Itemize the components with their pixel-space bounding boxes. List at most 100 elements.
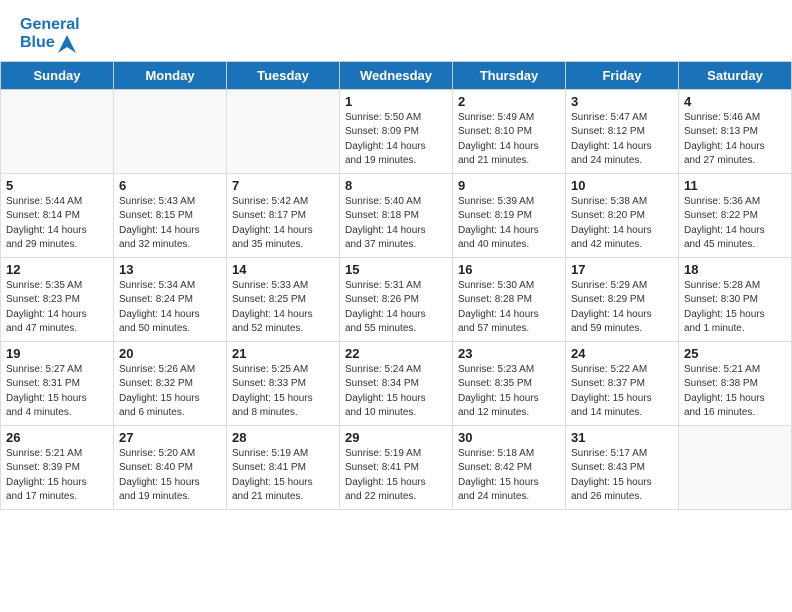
week-row-1: 1 Sunrise: 5:50 AM Sunset: 8:09 PM Daylig… — [1, 89, 792, 173]
day-info: Sunrise: 5:19 AM Sunset: 8:41 PM Dayligh… — [232, 447, 334, 505]
calendar-cell — [114, 89, 227, 173]
calendar-cell: 10 Sunrise: 5:38 AM Sunset: 8:20 PM Dayli… — [566, 173, 679, 257]
calendar-cell: 5 Sunrise: 5:44 AM Sunset: 8:14 PM Daylig… — [1, 173, 114, 257]
calendar-cell: 30 Sunrise: 5:18 AM Sunset: 8:42 PM Dayli… — [453, 425, 566, 509]
day-number: 2 — [458, 94, 560, 109]
calendar-cell — [1, 89, 114, 173]
week-row-2: 5 Sunrise: 5:44 AM Sunset: 8:14 PM Daylig… — [1, 173, 792, 257]
calendar-cell: 23Sunrise: 5:23 AM Sunset: 8:35 PM Dayli… — [453, 341, 566, 425]
weekday-header-sunday: Sunday — [1, 61, 114, 89]
day-info: Sunrise: 5:38 AM Sunset: 8:20 PM Dayligh… — [571, 195, 673, 253]
weekday-header-thursday: Thursday — [453, 61, 566, 89]
day-number: 22 — [345, 346, 447, 361]
day-info: Sunrise: 5:21 AM Sunset: 8:39 PM Dayligh… — [6, 447, 108, 505]
weekday-header-row: SundayMondayTuesdayWednesdayThursdayFrid… — [1, 61, 792, 89]
weekday-header-wednesday: Wednesday — [340, 61, 453, 89]
calendar-cell: 9Sunrise: 5:39 AM Sunset: 8:19 PM Daylig… — [453, 173, 566, 257]
week-row-3: 12 Sunrise: 5:35 AM Sunset: 8:23 PM Dayli… — [1, 257, 792, 341]
day-info: Sunrise: 5:39 AM Sunset: 8:19 PM Dayligh… — [458, 195, 560, 253]
day-number: 29 — [345, 430, 447, 445]
week-row-5: 26Sunrise: 5:21 AM Sunset: 8:39 PM Dayli… — [1, 425, 792, 509]
calendar-cell: 22 Sunrise: 5:24 AM Sunset: 8:34 PM Dayli… — [340, 341, 453, 425]
logo-arrow-icon — [58, 35, 76, 53]
day-number: 5 — [6, 178, 108, 193]
day-info: Sunrise: 5:50 AM Sunset: 8:09 PM Dayligh… — [345, 111, 447, 169]
calendar-cell: 14 Sunrise: 5:33 AM Sunset: 8:25 PM Dayli… — [227, 257, 340, 341]
calendar-cell: 26Sunrise: 5:21 AM Sunset: 8:39 PM Dayli… — [1, 425, 114, 509]
day-number: 7 — [232, 178, 334, 193]
day-number: 28 — [232, 430, 334, 445]
calendar-cell: 1 Sunrise: 5:50 AM Sunset: 8:09 PM Daylig… — [340, 89, 453, 173]
day-info: Sunrise: 5:47 AM Sunset: 8:12 PM Dayligh… — [571, 111, 673, 169]
day-number: 6 — [119, 178, 221, 193]
day-info: Sunrise: 5:43 AM Sunset: 8:15 PM Dayligh… — [119, 195, 221, 253]
calendar-cell — [227, 89, 340, 173]
day-info: Sunrise: 5:36 AM Sunset: 8:22 PM Dayligh… — [684, 195, 786, 253]
day-info: Sunrise: 5:28 AM Sunset: 8:30 PM Dayligh… — [684, 279, 786, 337]
day-info: Sunrise: 5:20 AM Sunset: 8:40 PM Dayligh… — [119, 447, 221, 505]
day-number: 18 — [684, 262, 786, 277]
day-number: 4 — [684, 94, 786, 109]
day-number: 11 — [684, 178, 786, 193]
day-number: 13 — [119, 262, 221, 277]
day-number: 19 — [6, 346, 108, 361]
day-number: 15 — [345, 262, 447, 277]
weekday-header-friday: Friday — [566, 61, 679, 89]
day-info: Sunrise: 5:40 AM Sunset: 8:18 PM Dayligh… — [345, 195, 447, 253]
calendar-cell: 16 Sunrise: 5:30 AM Sunset: 8:28 PM Dayli… — [453, 257, 566, 341]
day-info: Sunrise: 5:23 AM Sunset: 8:35 PM Dayligh… — [458, 363, 560, 421]
day-number: 27 — [119, 430, 221, 445]
day-info: Sunrise: 5:44 AM Sunset: 8:14 PM Dayligh… — [6, 195, 108, 253]
day-info: Sunrise: 5:35 AM Sunset: 8:23 PM Dayligh… — [6, 279, 108, 337]
weekday-header-saturday: Saturday — [679, 61, 792, 89]
calendar-cell: 20 Sunrise: 5:26 AM Sunset: 8:32 PM Dayli… — [114, 341, 227, 425]
day-number: 24 — [571, 346, 673, 361]
day-info: Sunrise: 5:21 AM Sunset: 8:38 PM Dayligh… — [684, 363, 786, 421]
day-info: Sunrise: 5:27 AM Sunset: 8:31 PM Dayligh… — [6, 363, 108, 421]
day-info: Sunrise: 5:22 AM Sunset: 8:37 PM Dayligh… — [571, 363, 673, 421]
day-number: 1 — [345, 94, 447, 109]
calendar-cell: 3Sunrise: 5:47 AM Sunset: 8:12 PM Daylig… — [566, 89, 679, 173]
calendar-cell: 21Sunrise: 5:25 AM Sunset: 8:33 PM Dayli… — [227, 341, 340, 425]
day-info: Sunrise: 5:49 AM Sunset: 8:10 PM Dayligh… — [458, 111, 560, 169]
day-number: 20 — [119, 346, 221, 361]
day-number: 10 — [571, 178, 673, 193]
day-number: 14 — [232, 262, 334, 277]
day-info: Sunrise: 5:17 AM Sunset: 8:43 PM Dayligh… — [571, 447, 673, 505]
day-number: 30 — [458, 430, 560, 445]
week-row-4: 19 Sunrise: 5:27 AM Sunset: 8:31 PM Dayli… — [1, 341, 792, 425]
weekday-header-tuesday: Tuesday — [227, 61, 340, 89]
day-info: Sunrise: 5:18 AM Sunset: 8:42 PM Dayligh… — [458, 447, 560, 505]
calendar-cell: 28 Sunrise: 5:19 AM Sunset: 8:41 PM Dayli… — [227, 425, 340, 509]
day-info: Sunrise: 5:24 AM Sunset: 8:34 PM Dayligh… — [345, 363, 447, 421]
day-info: Sunrise: 5:46 AM Sunset: 8:13 PM Dayligh… — [684, 111, 786, 169]
day-info: Sunrise: 5:31 AM Sunset: 8:26 PM Dayligh… — [345, 279, 447, 337]
calendar-cell: 6 Sunrise: 5:43 AM Sunset: 8:15 PM Daylig… — [114, 173, 227, 257]
calendar-cell: 29 Sunrise: 5:19 AM Sunset: 8:41 PM Dayli… — [340, 425, 453, 509]
day-info: Sunrise: 5:34 AM Sunset: 8:24 PM Dayligh… — [119, 279, 221, 337]
calendar-cell: 4 Sunrise: 5:46 AM Sunset: 8:13 PM Daylig… — [679, 89, 792, 173]
day-info: Sunrise: 5:30 AM Sunset: 8:28 PM Dayligh… — [458, 279, 560, 337]
day-info: Sunrise: 5:19 AM Sunset: 8:41 PM Dayligh… — [345, 447, 447, 505]
logo-blue: Blue — [20, 34, 80, 52]
calendar-cell: 31 Sunrise: 5:17 AM Sunset: 8:43 PM Dayli… — [566, 425, 679, 509]
calendar-cell: 27 Sunrise: 5:20 AM Sunset: 8:40 PM Dayli… — [114, 425, 227, 509]
day-number: 31 — [571, 430, 673, 445]
day-info: Sunrise: 5:33 AM Sunset: 8:25 PM Dayligh… — [232, 279, 334, 337]
calendar-cell: 18 Sunrise: 5:28 AM Sunset: 8:30 PM Dayli… — [679, 257, 792, 341]
logo-general: General — [20, 16, 80, 34]
logo: General Blue — [20, 16, 84, 53]
day-info: Sunrise: 5:26 AM Sunset: 8:32 PM Dayligh… — [119, 363, 221, 421]
weekday-header-monday: Monday — [114, 61, 227, 89]
day-number: 16 — [458, 262, 560, 277]
calendar-cell: 15 Sunrise: 5:31 AM Sunset: 8:26 PM Dayli… — [340, 257, 453, 341]
day-number: 21 — [232, 346, 334, 361]
calendar-cell: 25 Sunrise: 5:21 AM Sunset: 8:38 PM Dayli… — [679, 341, 792, 425]
calendar-cell — [679, 425, 792, 509]
day-number: 12 — [6, 262, 108, 277]
page-header: General Blue — [0, 0, 792, 61]
day-number: 25 — [684, 346, 786, 361]
calendar-cell: 8Sunrise: 5:40 AM Sunset: 8:18 PM Daylig… — [340, 173, 453, 257]
calendar-cell: 17Sunrise: 5:29 AM Sunset: 8:29 PM Dayli… — [566, 257, 679, 341]
calendar-table: SundayMondayTuesdayWednesdayThursdayFrid… — [0, 61, 792, 510]
